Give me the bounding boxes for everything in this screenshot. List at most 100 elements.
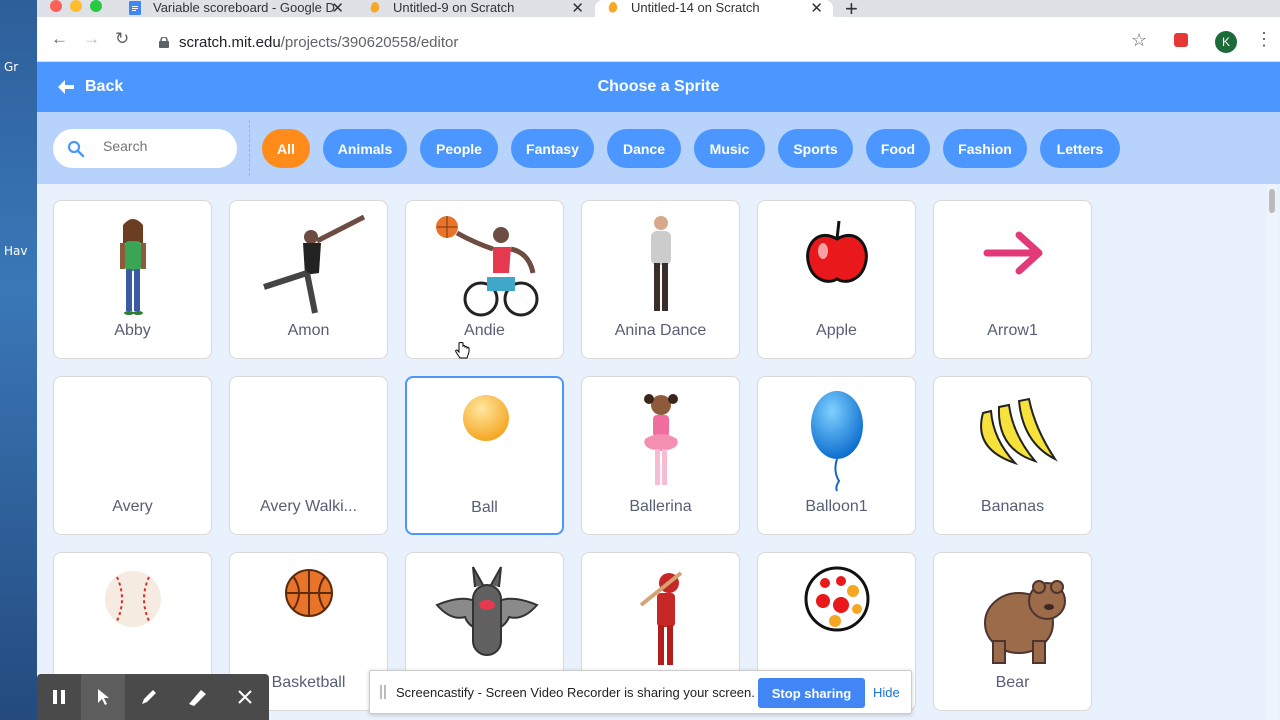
sprite-card-abby[interactable]: Abby xyxy=(53,200,212,359)
dancer-icon xyxy=(263,214,366,314)
sprite-card-avery-walking[interactable]: Avery Walki... xyxy=(229,376,388,535)
pen-icon[interactable] xyxy=(127,674,171,720)
dancer-icon xyxy=(651,216,671,311)
back-label: Back xyxy=(85,78,124,95)
girl-icon xyxy=(120,219,146,315)
menu-dots-icon[interactable]: ⋮ xyxy=(1255,29,1273,50)
close-icon[interactable] xyxy=(223,674,267,720)
sprite-name: Andie xyxy=(464,322,505,339)
modal-header: Choose a Sprite Back xyxy=(37,62,1280,112)
sprite-name: Bananas xyxy=(980,498,1045,515)
sprite-card-bananas[interactable]: Bananas xyxy=(933,376,1092,535)
hand-cursor-icon xyxy=(455,342,470,359)
sprite-card-andie[interactable]: Andie xyxy=(405,200,564,359)
maximize-window-button[interactable] xyxy=(90,0,102,12)
reload-icon[interactable]: ↻ xyxy=(115,29,129,49)
category-people[interactable]: People xyxy=(420,129,498,168)
tab-title: Untitled-14 on Scratch xyxy=(631,0,760,15)
tab-untitled-9[interactable]: Untitled-9 on Scratch ✕ xyxy=(357,0,594,17)
tab-title: Untitled-9 on Scratch xyxy=(393,0,515,15)
back-arrow-icon[interactable]: ← xyxy=(51,29,68,49)
profile-avatar[interactable]: K xyxy=(1215,31,1237,53)
tab-untitled-14[interactable]: Untitled-14 on Scratch ✕ xyxy=(595,0,833,17)
address-toolbar: ← → ↻ scratch.mit.edu/projects/390620558… xyxy=(37,17,1280,62)
browser-window: Variable scoreboard - Google D ✕ Untitle… xyxy=(37,0,1280,720)
search-icon xyxy=(67,140,85,158)
balloon-icon xyxy=(811,391,863,492)
close-icon[interactable]: ✕ xyxy=(810,0,823,17)
scratch-icon xyxy=(370,2,380,13)
sprite-name: Avery Walki... xyxy=(260,498,357,515)
back-arrow-icon xyxy=(58,80,74,94)
sprite-card-apple[interactable]: Apple xyxy=(757,200,916,359)
sprite-card-arrow1[interactable]: Arrow1 xyxy=(933,200,1092,359)
sprite-card-amon[interactable]: Amon xyxy=(229,200,388,359)
scratch-icon xyxy=(608,2,618,13)
sprite-name: Ball xyxy=(471,499,498,516)
sprite-card-avery[interactable]: Avery xyxy=(53,376,212,535)
url-host: scratch.mit.edu xyxy=(179,34,281,51)
scroll-thumb[interactable] xyxy=(1269,189,1275,213)
highlighter-icon[interactable] xyxy=(175,674,219,720)
close-icon[interactable]: ✕ xyxy=(331,0,344,17)
basketball-icon xyxy=(285,569,333,617)
wheelchair-basketball-icon xyxy=(436,216,539,317)
ballerina-icon xyxy=(644,394,678,485)
tab-google-docs[interactable]: Variable scoreboard - Google D ✕ xyxy=(117,0,354,17)
category-fantasy[interactable]: Fantasy xyxy=(511,129,594,168)
sprite-name: Avery xyxy=(112,498,153,515)
beachball-icon xyxy=(804,566,870,632)
arrow-icon xyxy=(983,231,1043,275)
back-button[interactable]: Back xyxy=(57,78,123,96)
sprite-card-ball[interactable]: Ball xyxy=(405,376,564,535)
screen-sharing-bar: Screencastify - Screen Video Recorder is… xyxy=(369,670,912,714)
desktop-icon-label[interactable]: Hav xyxy=(4,244,27,258)
close-icon[interactable]: ✕ xyxy=(571,0,584,17)
desktop-icon-label[interactable]: Gr xyxy=(4,60,18,74)
category-letters[interactable]: Letters xyxy=(1040,129,1120,168)
filter-bar: All Animals People Fantasy Dance Music S… xyxy=(37,112,1280,184)
category-fashion[interactable]: Fashion xyxy=(943,129,1027,168)
stop-sharing-button[interactable]: Stop sharing xyxy=(758,678,865,708)
bananas-icon xyxy=(980,397,1058,466)
address-bar[interactable]: scratch.mit.edu/projects/390620558/edito… xyxy=(179,34,458,51)
sprite-name: Abby xyxy=(114,322,151,339)
search-input[interactable] xyxy=(103,138,223,154)
category-food[interactable]: Food xyxy=(866,129,930,168)
sprite-name: Anina Dance xyxy=(614,322,707,339)
pointer-icon[interactable] xyxy=(81,674,125,720)
bear-icon xyxy=(984,580,1066,664)
forward-arrow-icon[interactable]: → xyxy=(83,29,100,49)
pause-icon[interactable] xyxy=(37,674,81,720)
sprite-card-anina-dance[interactable]: Anina Dance xyxy=(581,200,740,359)
apple-icon xyxy=(806,220,868,283)
sprite-card-ballerina[interactable]: Ballerina xyxy=(581,376,740,535)
baseball-icon xyxy=(105,571,161,627)
url-path: /projects/390620558/editor xyxy=(280,34,459,51)
category-sports[interactable]: Sports xyxy=(778,129,853,168)
grid-scrollbar[interactable] xyxy=(1267,185,1277,720)
desktop-background: Gr Hav xyxy=(0,0,38,720)
screencastify-toolbar xyxy=(37,674,269,720)
sprite-card-balloon1[interactable]: Balloon1 xyxy=(757,376,916,535)
tab-bar: Variable scoreboard - Google D ✕ Untitle… xyxy=(37,0,1280,21)
category-music[interactable]: Music xyxy=(694,129,765,168)
sprite-name: Bear xyxy=(995,674,1030,691)
category-animals[interactable]: Animals xyxy=(323,129,407,168)
sprite-name: Amon xyxy=(287,322,330,339)
search-box[interactable] xyxy=(53,129,237,168)
hide-button[interactable]: Hide xyxy=(873,685,900,700)
close-window-button[interactable] xyxy=(50,0,62,12)
extension-icon[interactable] xyxy=(1174,33,1188,47)
bat-icon xyxy=(435,566,539,656)
sprite-card-bear[interactable]: Bear xyxy=(933,552,1092,711)
category-dance[interactable]: Dance xyxy=(607,129,681,168)
minimize-window-button[interactable] xyxy=(70,0,82,12)
sprite-name: Ballerina xyxy=(629,498,692,515)
lock-icon[interactable] xyxy=(159,37,169,48)
modal-title: Choose a Sprite xyxy=(597,78,720,95)
divider xyxy=(249,120,250,176)
category-all[interactable]: All xyxy=(262,129,310,168)
bookmark-star-icon[interactable]: ☆ xyxy=(1131,30,1147,51)
drag-handle[interactable] xyxy=(380,685,386,699)
